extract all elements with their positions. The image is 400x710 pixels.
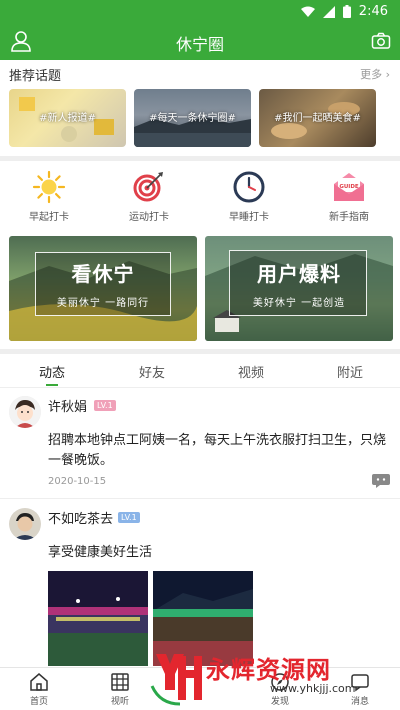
topic-card-food[interactable]: #我们一起晒美食#: [259, 89, 376, 147]
banner-subtitle: 美好休宁 一起创造: [252, 298, 346, 309]
guide-envelope-icon: GUIDE: [334, 173, 364, 201]
tab-dynamic[interactable]: 动态: [22, 362, 82, 381]
wifi-icon: [300, 6, 315, 17]
post-text: 享受健康美好生活: [48, 545, 153, 560]
night-stadium-photo: [48, 571, 148, 666]
banner-title: 看休宁: [71, 262, 135, 286]
watermark-logo: [150, 654, 202, 706]
banner-subtitle: 美丽休宁 一路同行: [56, 298, 150, 309]
topics-title: 推荐话题: [9, 69, 62, 84]
topics-more-link[interactable]: 更多 ›: [360, 66, 390, 82]
topic-card-daily[interactable]: #每天一条休宁圈#: [134, 89, 251, 147]
sun-icon: [32, 170, 66, 204]
more-label: 更多: [360, 68, 383, 81]
checkin-exercise[interactable]: 运动打卡: [109, 170, 189, 226]
post-divider: [0, 498, 400, 499]
post-card[interactable]: 许秋娟 LV.1 招聘本地钟点工阿姨一名，每天上午洗衣服打扫卫生，只烧一餐晚饭。…: [0, 388, 400, 498]
nav-home[interactable]: 首页: [9, 672, 69, 707]
chevron-right-icon: ›: [385, 68, 390, 81]
camera-icon[interactable]: [371, 31, 391, 51]
signal-icon: [322, 5, 335, 18]
banner-user-report[interactable]: 用户爆料 美好休宁 一起创造: [205, 236, 393, 341]
watermark: 永辉资源网 www.yhkjjj.com: [150, 648, 395, 710]
nav-label: 首页: [29, 697, 48, 707]
status-icons: 2:46: [300, 4, 388, 19]
active-tab-indicator: [46, 384, 58, 386]
post-photo[interactable]: [48, 571, 148, 666]
level-badge: LV.1: [118, 512, 140, 523]
tab-friends[interactable]: 好友: [122, 362, 182, 381]
post-text: 招聘本地钟点工阿姨一名，每天上午洗衣服打扫卫生，只烧一餐晚饭。: [48, 433, 387, 468]
guide-icon-text: GUIDE: [339, 184, 359, 190]
section-divider: [0, 156, 400, 161]
topic-label: #我们一起晒美食#: [274, 113, 361, 124]
tab-video[interactable]: 视频: [221, 362, 281, 381]
level-badge: LV.1: [94, 400, 116, 411]
avatar[interactable]: [9, 396, 41, 428]
feed-tabs: 动态 好友 视频 附近: [0, 355, 400, 387]
comment-icon[interactable]: [372, 474, 390, 488]
topic-label: #每天一条休宁圈#: [149, 113, 236, 124]
film-icon: [111, 673, 129, 691]
checkin-label: 早睡打卡: [229, 212, 269, 223]
app-bar: 休宁圈: [0, 24, 400, 60]
topic-label: #新人报道#: [39, 113, 96, 124]
nav-label: 视听: [110, 697, 129, 707]
tab-nearby[interactable]: 附近: [320, 362, 380, 381]
banner-see-xiuning[interactable]: 看休宁 美丽休宁 一路同行: [9, 236, 197, 341]
nav-av[interactable]: 视听: [90, 672, 150, 707]
status-bar: 2:46: [0, 0, 400, 24]
checkin-label: 运动打卡: [129, 212, 169, 223]
avatar[interactable]: [9, 508, 41, 540]
home-icon: [30, 673, 48, 691]
banner-title: 用户爆料: [257, 262, 341, 286]
checkin-early-rise[interactable]: 早起打卡: [9, 170, 89, 226]
checkin-early-sleep[interactable]: 早睡打卡: [209, 170, 289, 226]
checkin-guide[interactable]: GUIDE 新手指南: [309, 170, 389, 226]
checkin-label: 新手指南: [329, 212, 369, 223]
watermark-text: 永辉资源网: [206, 656, 331, 684]
target-icon: [133, 172, 163, 202]
post-date: 2020-10-15: [48, 476, 107, 487]
topics-header: 推荐话题 更多 ›: [0, 60, 400, 86]
battery-icon: [342, 5, 351, 18]
section-divider: [0, 349, 400, 354]
status-time: 2:46: [358, 4, 388, 19]
post-author[interactable]: 不如吃茶去: [48, 508, 113, 527]
watermark-url: www.yhkjjj.com: [270, 682, 356, 695]
clock-icon: [233, 171, 265, 203]
post-author[interactable]: 许秋娟: [48, 396, 87, 415]
checkin-label: 早起打卡: [29, 212, 69, 223]
page-title: 休宁圈: [175, 35, 224, 54]
topic-card-newcomer[interactable]: #新人报道#: [9, 89, 126, 147]
